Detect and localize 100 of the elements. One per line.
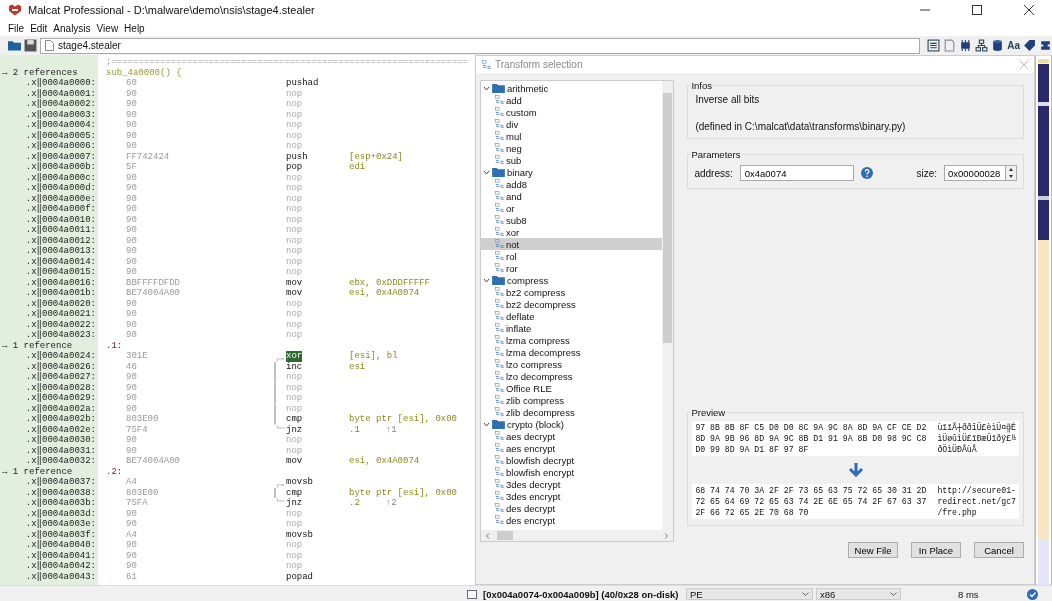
chevron-icon[interactable] — [483, 276, 490, 284]
tree-item[interactable]: des encrypt — [481, 514, 663, 526]
tree-item[interactable]: sub8 — [481, 214, 663, 226]
tree-item[interactable]: neg — [481, 142, 663, 154]
tag-icon[interactable] — [1023, 39, 1036, 52]
tree-group[interactable]: binary — [481, 166, 663, 178]
mnemonic[interactable]: popad — [286, 571, 313, 582]
chip-icon[interactable] — [959, 39, 973, 52]
tree-item[interactable]: and — [481, 190, 663, 202]
spin-down-icon[interactable] — [1006, 173, 1016, 180]
tree-item[interactable]: sub — [481, 154, 663, 166]
menu-item[interactable]: Help — [124, 22, 145, 34]
caret-icon[interactable] — [802, 591, 809, 597]
mnemonic[interactable]: pushad — [286, 78, 319, 89]
menu-item[interactable]: View — [96, 22, 119, 34]
tree-item[interactable]: bz2 compress — [481, 286, 663, 298]
address: .x‖0004a0011: — [24, 225, 97, 236]
mnemonic[interactable]: jnz — [286, 424, 303, 435]
mnemonic[interactable]: mov — [286, 456, 303, 467]
file-tab[interactable]: stage4.stealer — [40, 37, 921, 54]
address-field[interactable]: 0x4a0074 — [739, 165, 854, 181]
tree-item[interactable]: lzma compress — [481, 334, 663, 346]
mnemonic[interactable]: movsb — [286, 529, 313, 540]
save-icon[interactable] — [24, 39, 37, 52]
panel-icon[interactable] — [927, 39, 941, 52]
xref-marker[interactable]: ↑1 — [385, 424, 397, 435]
tree-item[interactable]: zlib decompress — [481, 406, 663, 418]
tree-item[interactable]: ror — [481, 262, 663, 274]
chevron-icon[interactable] — [483, 84, 490, 92]
transform-icon — [495, 431, 505, 441]
reference-count[interactable]: → 1 reference — [0, 466, 104, 477]
mnemonic[interactable]: mov — [286, 277, 303, 288]
tree-item[interactable]: aes encrypt — [481, 442, 663, 454]
tree-item[interactable]: add — [481, 94, 663, 106]
tree-item[interactable]: inflate — [481, 322, 663, 334]
tree-item[interactable]: div — [481, 118, 663, 130]
mnemonic[interactable]: pop — [286, 162, 303, 173]
close-icon[interactable] — [1024, 5, 1034, 15]
mnemonic[interactable]: inc — [286, 361, 303, 372]
scroll-thumb[interactable] — [663, 93, 673, 343]
operands: byte ptr [esi], 0x00 — [349, 487, 458, 498]
mnemonic[interactable]: movsb — [286, 477, 313, 488]
tree-item[interactable]: add8 — [481, 178, 663, 190]
xref-marker[interactable]: ↑2 — [385, 498, 397, 508]
architecture-dropdown[interactable]: x86 — [816, 588, 901, 600]
transform-icon — [495, 443, 505, 453]
reference-count[interactable]: → 1 reference — [0, 340, 104, 351]
tree-item[interactable]: zlib compress — [481, 394, 663, 406]
scrollbar[interactable] — [481, 530, 674, 541]
script-icon[interactable] — [1039, 39, 1052, 52]
tree-item[interactable]: blowfish decrypt — [481, 454, 663, 466]
scrollbar[interactable] — [662, 81, 674, 530]
opcode-bytes: 90 — [126, 172, 138, 183]
dialog-button[interactable]: Cancel — [974, 542, 1024, 558]
mnemonic[interactable]: jnz — [286, 498, 303, 509]
tree-item[interactable]: bz2 decompress — [481, 298, 663, 310]
chevron-icon[interactable] — [483, 168, 490, 176]
tree-item[interactable]: or — [481, 202, 663, 214]
tree-item[interactable]: mul — [481, 130, 663, 142]
tree-item[interactable]: not — [481, 238, 663, 250]
reference-count[interactable]: → 2 references — [0, 67, 104, 78]
dialog-button[interactable]: In Place — [911, 542, 961, 558]
tree-item[interactable]: aes decrypt — [481, 430, 663, 442]
tree-item[interactable]: blowfish encrypt — [481, 466, 663, 478]
help-icon[interactable] — [860, 167, 873, 179]
size-field[interactable]: 0x00000028 — [944, 165, 1006, 181]
format-dropdown[interactable]: PE — [686, 588, 813, 600]
tree-item[interactable]: custom — [481, 106, 663, 118]
network-icon[interactable] — [975, 39, 989, 52]
tree-item[interactable]: 3des encrypt — [481, 490, 663, 502]
chevron-icon[interactable] — [483, 420, 490, 428]
font-button[interactable]: Aa — [1007, 40, 1020, 51]
tree-item[interactable]: deflate — [481, 310, 663, 322]
mnemonic[interactable]: push — [286, 151, 308, 162]
database-icon[interactable] — [991, 39, 1005, 52]
tree-item[interactable]: lzo decompress — [481, 370, 663, 382]
opcode-bytes: 90 — [126, 540, 138, 551]
dialog-button[interactable]: New File — [848, 542, 898, 558]
menu-item[interactable]: Edit — [30, 22, 48, 34]
maximize-icon[interactable] — [972, 5, 982, 15]
tree-item[interactable]: Office RLE — [481, 382, 663, 394]
tree-group[interactable]: compress — [481, 274, 663, 286]
tree-item[interactable]: xor — [481, 226, 663, 238]
tree-item[interactable]: lzo compress — [481, 358, 663, 370]
mnemonic[interactable]: cmp — [286, 487, 303, 498]
tree-item[interactable]: lzma decompress — [481, 346, 663, 358]
folder-icon[interactable] — [8, 39, 21, 52]
tree-item[interactable]: 3des decrypt — [481, 478, 663, 490]
tree-group[interactable]: crypto (block) — [481, 418, 663, 430]
menu-item[interactable]: File — [8, 22, 25, 34]
mnemonic[interactable]: cmp — [286, 414, 303, 425]
mnemonic[interactable]: xor — [286, 351, 303, 362]
menu-item[interactable]: Analysis — [53, 22, 91, 34]
caret-icon[interactable] — [890, 591, 897, 597]
tree-item[interactable]: des decrypt — [481, 502, 663, 514]
spin-up-icon[interactable] — [1006, 166, 1016, 173]
tree-group[interactable]: arithmetic — [481, 82, 663, 94]
scroll-thumb[interactable] — [497, 531, 513, 540]
tree-item[interactable]: rol — [481, 250, 663, 262]
mnemonic[interactable]: mov — [286, 288, 303, 299]
